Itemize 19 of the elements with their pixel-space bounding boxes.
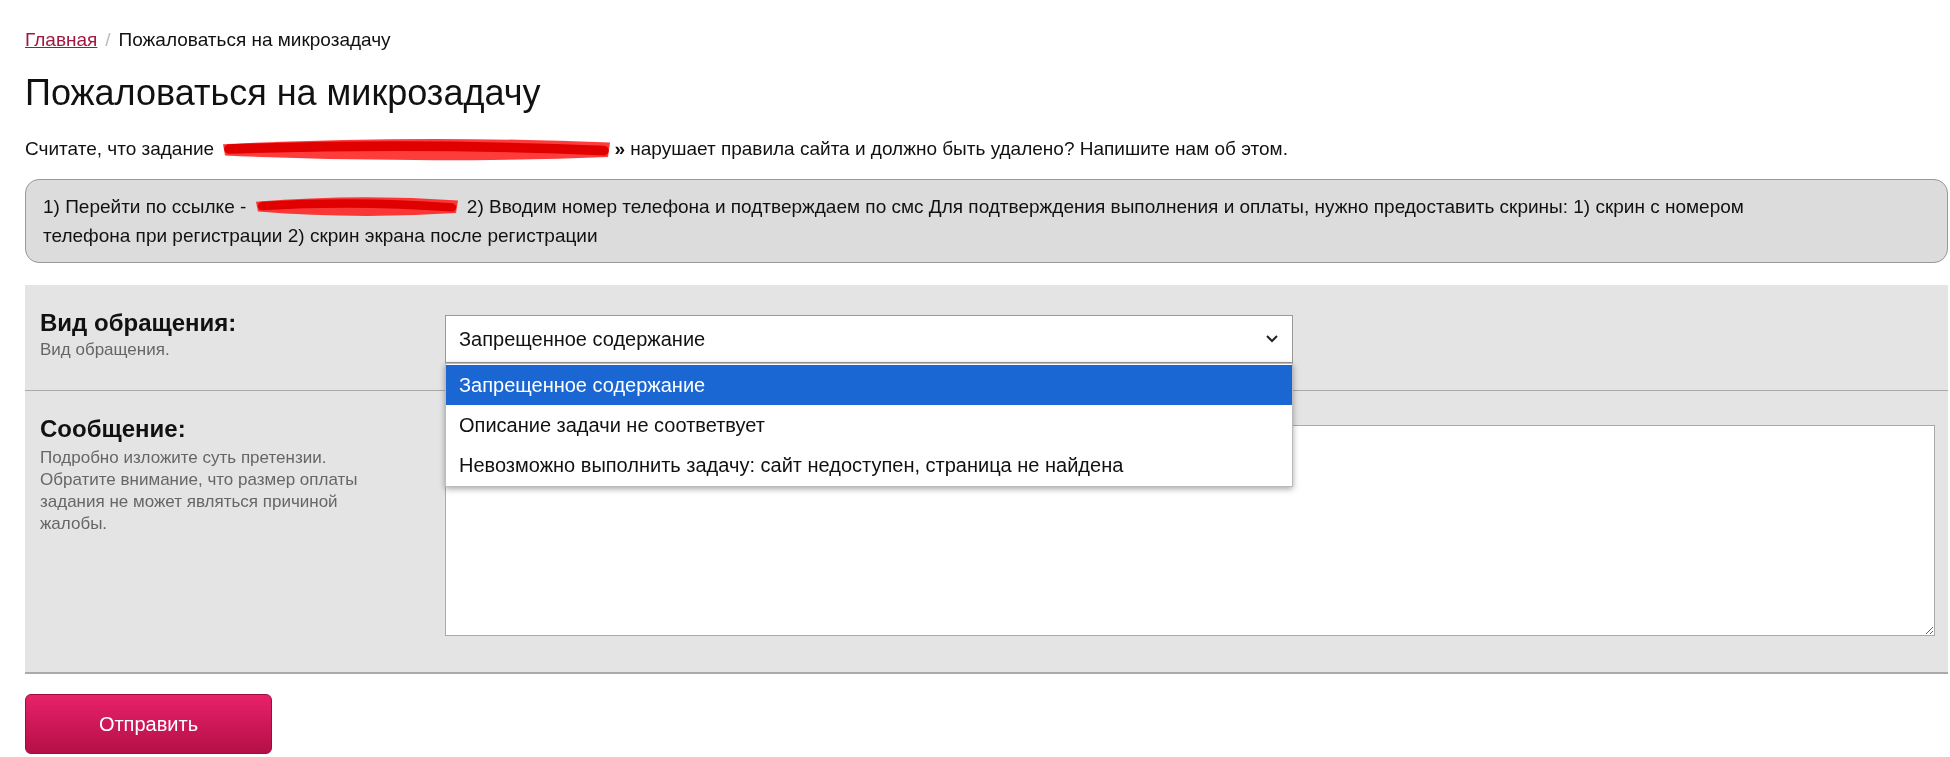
field-label: Вид обращения: [40,307,238,338]
type-select[interactable]: Запрещенное содержание [445,314,1293,363]
description-text: 2) Вводим номер телефона и подтверждаем по смс Для подтверждения выполнения и оплаты, нужно предоставить скрины: 1) скрин с номером [465,194,1744,219]
description-text: 1) Перейти по ссылке - [43,194,248,219]
page-title: Пожаловаться на микрозадачу [25,70,542,115]
chevron-down-icon [1265,333,1279,344]
breadcrumb-current: Пожаловаться на микрозадачу [118,28,391,52]
intro-text: » нарушает правила сайта и должно быть удалено? Напишите нам об этом. [614,136,1288,161]
description-text: телефона при регистрации 2) скрин экрана после регистрации [43,223,598,248]
dropdown-option[interactable]: Невозможно выполнить задачу: сайт недоступен, страница не найдена [446,444,1292,485]
breadcrumb-separator: / [105,28,111,52]
intro-text: Считате, что задание [25,136,216,161]
field-hint: Вид обращения. [40,338,171,361]
home-link[interactable]: Главная [25,26,98,55]
field-label: Сообщение: [40,413,187,444]
submit-button[interactable]: Отправить [25,693,272,754]
dropdown-option[interactable]: Запрещенное содержание [446,364,1292,405]
field-hint: Подробно изложите суть претензии. Обратите внимание, что размер оплаты задания не может являться причиной жалобы. [40,446,359,535]
dropdown-option[interactable]: Описание задачи не соответвует [446,404,1292,445]
